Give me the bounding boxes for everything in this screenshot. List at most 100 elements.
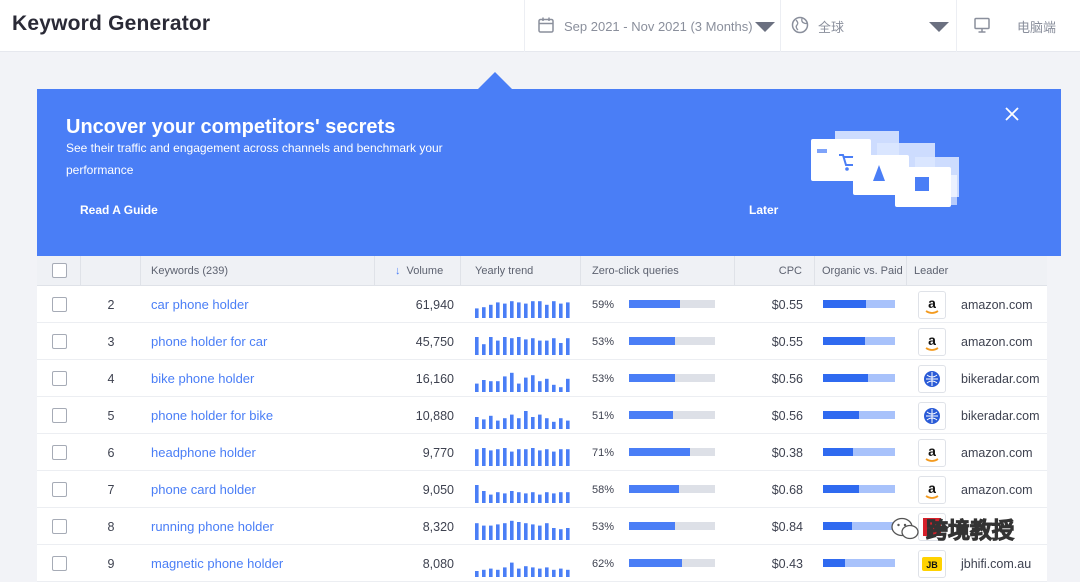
table-row[interactable]: 9 magnetic phone holder 8,080 62% $0.43 JB jbh… [37,545,1047,582]
bikeradar-logo-icon[interactable] [918,402,946,430]
leader-domain[interactable]: jbhifi.com.au [961,545,1031,582]
leader-domain[interactable]: amazon.com [961,434,1033,471]
table-row[interactable]: 2 car phone holder 61,940 59% $0.55 a amazon.c… [37,286,1047,323]
later-button[interactable]: Later [749,203,778,217]
row-checkbox[interactable] [52,482,67,497]
leader-domain[interactable]: amazon.com [961,323,1033,360]
leader-header[interactable]: Leader [907,256,1047,286]
zero-click-value: 71% [592,446,615,459]
close-icon[interactable] [1001,103,1023,125]
trend-bar [552,528,556,540]
row-checkbox[interactable] [52,445,67,460]
trend-bar [503,418,507,429]
keyword-link[interactable]: running phone holder [151,508,274,545]
keyword-link[interactable]: bike phone holder [151,360,254,397]
trend-bar [538,414,542,429]
region-selector[interactable]: 全球 [780,0,956,52]
chevron-down-icon [755,22,775,32]
trend-bar [559,492,563,503]
trend-bar [510,338,514,355]
trend-bar [517,302,521,318]
date-range-label: Sep 2021 - Nov 2021 (3 Months) [564,18,753,34]
trend-bar [552,301,556,318]
leader-domain[interactable]: amazon.com [961,286,1033,323]
trend-bar [524,566,528,577]
bikeradar-logo-icon[interactable] [918,365,946,393]
row-checkbox[interactable] [52,334,67,349]
rank-header [81,256,141,286]
row-checkbox[interactable] [52,297,67,312]
organic-paid-bar [823,448,895,456]
table-row[interactable]: 5 phone holder for bike 10,880 51% $0.56 bike… [37,397,1047,434]
row-checkbox[interactable] [52,519,67,534]
trend-bar [503,493,507,503]
trend-bar [566,378,570,392]
trend-bar [566,302,570,318]
keyword-link[interactable]: phone card holder [151,471,256,508]
keyword-link[interactable]: phone holder for bike [151,397,273,434]
trend-bar [538,525,542,540]
leader-domain[interactable]: amazon.com [961,471,1033,508]
zero-click-value: 53% [592,335,615,348]
table-row[interactable]: 6 headphone holder 9,770 71% $0.38 a amazon.co… [37,434,1047,471]
watermark-text: 跨境教授 [925,519,1015,545]
amazon-logo-icon[interactable]: a [918,439,946,467]
trend-bar [531,375,535,392]
cpc-value: $0.84 [771,519,803,534]
cpc-value: $0.68 [771,482,803,497]
trend-bar [503,303,507,318]
trend-bar [510,562,514,577]
zero-click-bar-fill [629,337,675,345]
trend-bar [559,418,563,429]
amazon-logo-icon[interactable]: a [918,328,946,356]
yearly-trend-chart [474,323,570,360]
keyword-link[interactable]: car phone holder [151,286,249,323]
trend-bar [545,567,549,577]
zero-click-header[interactable]: Zero-click queries [581,256,735,286]
amazon-logo-icon[interactable]: a [918,476,946,504]
keyword-link[interactable]: phone holder for car [151,323,267,360]
trend-bar [552,451,556,466]
amazon-logo-icon[interactable]: a [918,291,946,319]
table-row[interactable]: 7 phone card holder 9,050 58% $0.68 a amazon.c… [37,471,1047,508]
device-selector[interactable]: 电脑端 [956,0,1080,52]
trend-bar [482,344,486,355]
zero-click-bar-fill [629,485,679,493]
trend-bar [538,568,542,577]
trend-bar [510,491,514,503]
table-row[interactable]: 4 bike phone holder 16,160 53% $0.56 bikerada… [37,360,1047,397]
row-checkbox[interactable] [52,371,67,386]
svg-text:a: a [928,295,936,311]
yearly-trend-header[interactable]: Yearly trend [461,256,581,286]
row-checkbox[interactable] [52,408,67,423]
zero-click-bar [629,559,715,567]
trend-bar [475,523,479,540]
keyword-link[interactable]: magnetic phone holder [151,545,283,582]
read-guide-button[interactable]: Read A Guide [80,203,158,217]
cpc-header[interactable]: CPC [735,256,815,286]
leader-domain[interactable]: bikeradar.com [961,360,1040,397]
volume-header[interactable]: ↓ Volume [375,256,461,286]
trend-bar [482,380,486,392]
organic-bar-fill [823,559,845,567]
leader-domain[interactable]: bikeradar.com [961,397,1040,434]
select-all-checkbox[interactable] [52,263,67,278]
organic-paid-header[interactable]: Organic vs. Paid [815,256,907,286]
volume-value: 9,050 [422,482,454,497]
trend-bar [503,448,507,466]
keywords-header[interactable]: Keywords (239) [141,256,375,286]
table-row[interactable]: 3 phone holder for car 45,750 53% $0.55 a amaz… [37,323,1047,360]
keyword-link[interactable]: headphone holder [151,434,256,471]
organic-paid-bar [823,559,895,567]
zero-click-bar-fill [629,559,683,567]
zero-click-bar-fill [629,374,675,382]
trend-bar [510,451,514,466]
date-range-selector[interactable]: Sep 2021 - Nov 2021 (3 Months) [524,0,780,52]
rank-number: 8 [107,519,115,534]
zero-click-bar-fill [629,411,673,419]
trend-bar [517,568,521,577]
volume-value: 61,940 [415,297,454,312]
jb-hifi-logo-icon[interactable]: JB [918,550,946,578]
organic-paid-bar [823,485,895,493]
row-checkbox[interactable] [52,556,67,571]
